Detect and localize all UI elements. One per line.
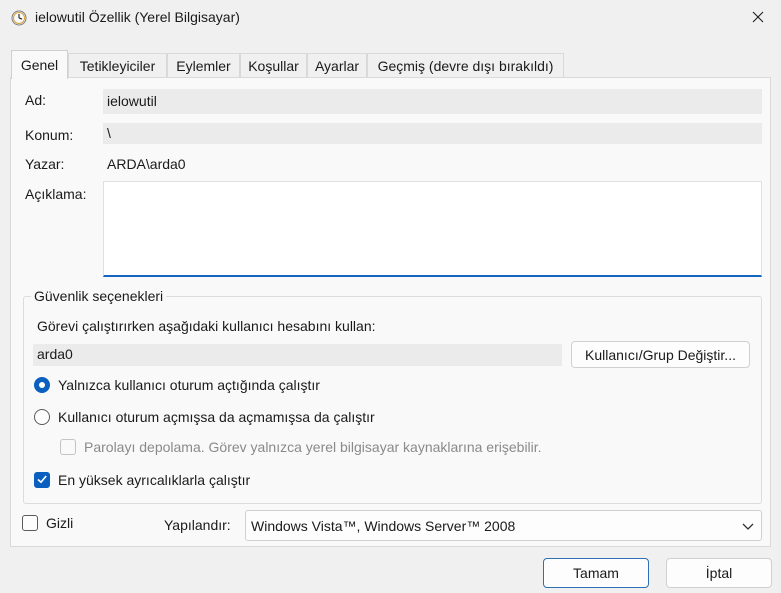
- change-user-group-button[interactable]: Kullanıcı/Grup Değiştir...: [571, 341, 750, 368]
- run-logged-on-radio[interactable]: [34, 377, 50, 393]
- tab-genel[interactable]: Genel: [11, 50, 68, 79]
- configure-for-combobox[interactable]: Windows Vista™, Windows Server™ 2008: [245, 510, 762, 541]
- checkmark-icon: [36, 472, 48, 488]
- security-options-title: Güvenlik seçenekleri: [31, 288, 167, 304]
- configure-for-value: Windows Vista™, Windows Server™ 2008: [251, 518, 516, 534]
- author-value[interactable]: ARDA\arda0: [107, 156, 186, 172]
- highest-privileges-checkbox[interactable]: [34, 472, 50, 488]
- author-label: Yazar:: [25, 156, 65, 172]
- hidden-label[interactable]: Gizli: [46, 515, 73, 531]
- tab-ayarlar[interactable]: Ayarlar: [307, 53, 367, 77]
- location-label: Konum:: [25, 127, 74, 143]
- name-label: Ad:: [25, 92, 47, 108]
- tab-tetikleyiciler[interactable]: Tetikleyiciler: [68, 53, 167, 77]
- do-not-store-password-checkbox[interactable]: [60, 439, 76, 455]
- close-button[interactable]: [735, 0, 781, 36]
- run-whether-logged-on-label[interactable]: Kullanıcı oturum açmışsa da açmamışsa da…: [58, 409, 375, 425]
- user-account-field[interactable]: arda0: [33, 344, 562, 366]
- ok-button[interactable]: Tamam: [543, 558, 649, 588]
- window-title: ielowutil Özellik (Yerel Bilgisayar): [35, 9, 240, 25]
- close-icon: [752, 10, 764, 26]
- description-label: Açıklama:: [25, 186, 87, 202]
- highest-privileges-label[interactable]: En yüksek ayrıcalıklarla çalıştır: [58, 472, 250, 488]
- chevron-down-icon: [741, 520, 755, 532]
- description-textarea[interactable]: [103, 181, 762, 277]
- tab-eylemler[interactable]: Eylemler: [167, 53, 240, 77]
- clock-icon: [11, 10, 27, 26]
- cancel-button[interactable]: İptal: [666, 558, 772, 588]
- tab-gecmis[interactable]: Geçmiş (devre dışı bırakıldı): [367, 53, 564, 77]
- tab-kosullar[interactable]: Koşullar: [240, 53, 307, 77]
- location-field[interactable]: \: [103, 123, 762, 144]
- name-field[interactable]: ielowutil: [103, 89, 762, 114]
- run-whether-logged-on-radio[interactable]: [34, 409, 50, 425]
- hidden-checkbox[interactable]: [22, 515, 38, 531]
- account-prompt: Görevi çalıştırırken aşağıdaki kullanıcı…: [37, 318, 376, 334]
- configure-for-label: Yapılandır:: [164, 517, 231, 533]
- run-logged-on-label[interactable]: Yalnızca kullanıcı oturum açtığında çalı…: [58, 377, 320, 393]
- do-not-store-password-label: Parolayı depolama. Görev yalnızca yerel …: [84, 439, 542, 455]
- title-bar: ielowutil Özellik (Yerel Bilgisayar): [0, 0, 781, 36]
